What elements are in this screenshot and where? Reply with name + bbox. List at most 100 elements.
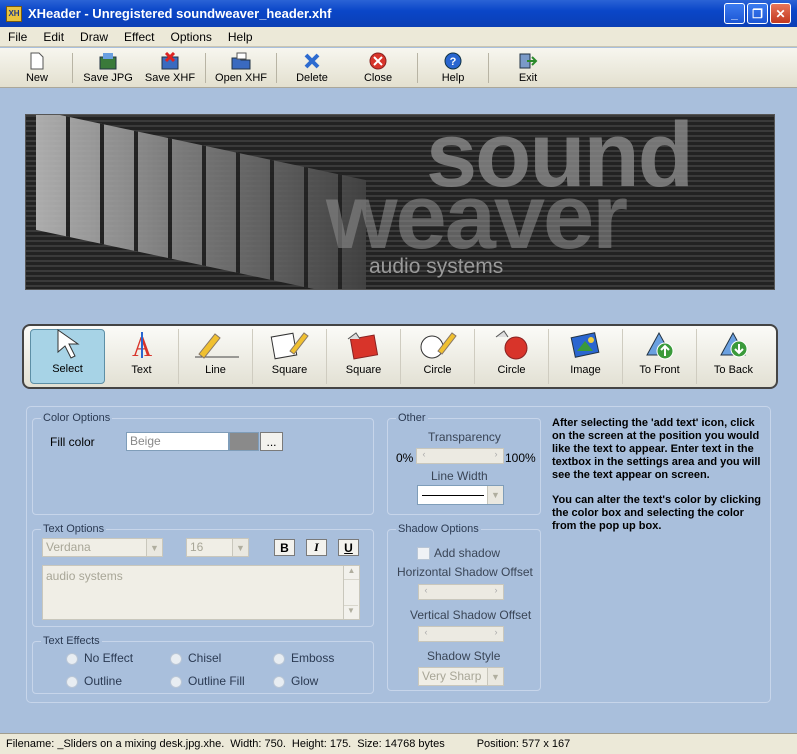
close-button[interactable]: Close <box>343 49 413 87</box>
menu-bar: File Edit Draw Effect Options Help <box>0 27 797 47</box>
help-paragraph-1: After selecting the 'add text' icon, cli… <box>552 417 761 481</box>
chevron-down-icon[interactable]: ▼ <box>487 486 503 504</box>
fill-color-swatch[interactable] <box>229 432 259 451</box>
tool-circle-filled[interactable]: Circle <box>475 329 549 384</box>
font-size-select[interactable]: 16 ▼ <box>186 538 249 557</box>
save-jpg-button[interactable]: Save JPG <box>77 49 139 87</box>
color-options-legend: Color Options <box>43 412 111 424</box>
toolbar-separator <box>417 53 418 83</box>
shadow-style-select[interactable]: Very Sharp ▼ <box>418 667 504 686</box>
circle-filled-icon <box>492 330 532 360</box>
line-width-label: Line Width <box>431 469 488 483</box>
drawing-tools-bar: Select A Text Line Square Square Circle … <box>22 324 778 389</box>
toolbar-separator <box>276 53 277 83</box>
no-effect-radio[interactable] <box>66 653 78 665</box>
text-effects-legend: Text Effects <box>43 635 100 647</box>
menu-help[interactable]: Help <box>220 30 261 44</box>
tool-to-back[interactable]: To Back <box>697 329 770 384</box>
tool-to-front[interactable]: To Front <box>623 329 697 384</box>
text-options-legend: Text Options <box>43 523 105 535</box>
text-scrollbar[interactable]: ▲ ▼ <box>343 566 359 619</box>
square-outline-icon <box>270 330 310 360</box>
tool-line[interactable]: Line <box>179 329 253 384</box>
horizontal-shadow-offset-slider[interactable]: ‹ › <box>418 584 504 600</box>
horizontal-shadow-offset-label: Horizontal Shadow Offset <box>397 565 533 579</box>
save-xhf-button[interactable]: Save XHF <box>139 49 201 87</box>
menu-edit[interactable]: Edit <box>35 30 72 44</box>
tool-image[interactable]: Image <box>549 329 623 384</box>
add-shadow-checkbox[interactable] <box>417 547 430 560</box>
other-legend: Other <box>398 412 426 424</box>
toolbar: New Save JPG Save XHF Open XHF Delete Cl… <box>0 48 797 88</box>
fill-color-label: Fill color <box>50 435 95 449</box>
status-height: Height: 175. <box>291 738 352 750</box>
menu-draw[interactable]: Draw <box>72 30 116 44</box>
delete-x-icon <box>302 52 322 70</box>
slider-right-arrow-icon[interactable]: › <box>489 585 503 599</box>
delete-button[interactable]: Delete <box>281 49 343 87</box>
tool-square-outline[interactable]: Square <box>253 329 327 384</box>
bold-button[interactable]: B <box>274 539 295 556</box>
toolbar-separator <box>488 53 489 83</box>
transparency-max-label: 100% <box>505 451 536 465</box>
slider-left-arrow-icon[interactable]: ‹ <box>419 585 433 599</box>
slider-left-arrow-icon[interactable]: ‹ <box>417 449 431 463</box>
font-select[interactable]: Verdana ▼ <box>42 538 163 557</box>
tool-select[interactable]: Select <box>30 329 105 384</box>
title-bar: XH XHeader - Unregistered soundweaver_he… <box>0 0 797 27</box>
menu-effect[interactable]: Effect <box>116 30 162 44</box>
line-width-preview <box>422 495 484 496</box>
chisel-radio[interactable] <box>170 653 182 665</box>
slider-right-arrow-icon[interactable]: › <box>489 449 503 463</box>
tool-text[interactable]: A Text <box>105 329 179 384</box>
menu-file[interactable]: File <box>0 30 35 44</box>
chevron-down-icon[interactable]: ▼ <box>232 539 248 556</box>
help-instructions: After selecting the 'add text' icon, cli… <box>552 417 767 545</box>
line-width-select[interactable]: ▼ <box>417 485 504 505</box>
new-button[interactable]: New <box>6 49 68 87</box>
slider-left-arrow-icon[interactable]: ‹ <box>419 627 433 641</box>
save-jpg-icon <box>98 52 118 70</box>
exit-button[interactable]: Exit <box>493 49 563 87</box>
chevron-down-icon[interactable]: ▼ <box>146 539 162 556</box>
to-front-icon <box>643 330 677 360</box>
glow-radio[interactable] <box>273 676 285 688</box>
scroll-up-arrow-icon[interactable]: ▲ <box>344 566 359 580</box>
underline-button[interactable]: U <box>338 539 359 556</box>
slider-right-arrow-icon[interactable]: › <box>489 627 503 641</box>
italic-button[interactable]: I <box>306 539 327 556</box>
outline-fill-radio[interactable] <box>170 676 182 688</box>
menu-options[interactable]: Options <box>163 30 220 44</box>
chisel-label: Chisel <box>188 651 222 665</box>
image-icon <box>569 330 603 360</box>
status-size: Size: 14768 bytes <box>357 738 445 750</box>
text-a-icon: A <box>128 330 156 360</box>
transparency-slider[interactable]: ‹ › <box>416 448 504 464</box>
open-xhf-button[interactable]: Open XHF <box>210 49 272 87</box>
toolbar-separator <box>72 53 73 83</box>
exit-icon <box>518 52 538 70</box>
banner-subtitle[interactable]: audio systems <box>369 255 503 279</box>
status-filename: Filename: _Sliders on a mixing desk.jpg.… <box>6 738 225 750</box>
square-filled-icon <box>344 330 384 360</box>
text-content-area[interactable]: audio systems ▲ ▼ <box>42 565 360 620</box>
fill-color-field[interactable]: Beige <box>126 432 229 451</box>
header-canvas[interactable]: sound weaver audio systems <box>25 114 775 290</box>
minimize-button[interactable]: _ <box>724 3 745 24</box>
status-width: Width: 750. <box>230 738 286 750</box>
help-button[interactable]: ? Help <box>422 49 484 87</box>
fill-color-browse-button[interactable]: ... <box>260 432 283 451</box>
tool-circle-outline[interactable]: Circle <box>401 329 475 384</box>
line-pencil-icon <box>191 330 241 360</box>
status-bar: Filename: _Sliders on a mixing desk.jpg.… <box>0 733 797 754</box>
emboss-radio[interactable] <box>273 653 285 665</box>
vertical-shadow-offset-slider[interactable]: ‹ › <box>418 626 504 642</box>
chevron-down-icon[interactable]: ▼ <box>487 668 503 685</box>
tool-square-filled[interactable]: Square <box>327 329 401 384</box>
close-window-button[interactable]: ✕ <box>770 3 791 24</box>
outline-radio[interactable] <box>66 676 78 688</box>
transparency-min-label: 0% <box>396 451 414 465</box>
scroll-down-arrow-icon[interactable]: ▼ <box>344 605 358 619</box>
maximize-button[interactable]: ❐ <box>747 3 768 24</box>
vertical-shadow-offset-label: Vertical Shadow Offset <box>410 608 532 622</box>
